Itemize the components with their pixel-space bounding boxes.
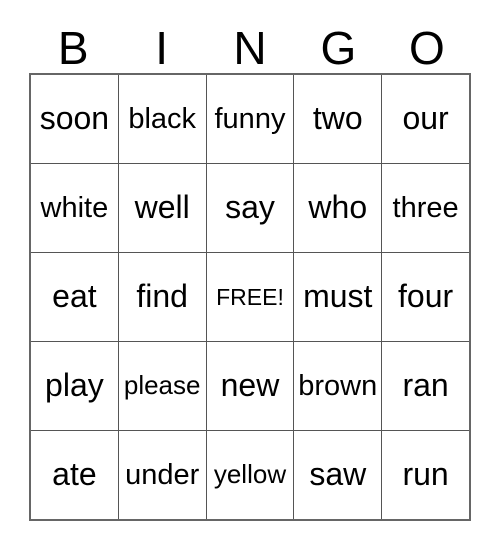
- bingo-cell-free[interactable]: FREE!: [205, 252, 295, 342]
- bingo-cell[interactable]: run: [381, 430, 471, 521]
- bingo-cell[interactable]: please: [117, 341, 207, 431]
- bingo-cell-label: brown: [298, 369, 378, 402]
- bingo-cell-label: who: [308, 189, 368, 226]
- bingo-cell-label: black: [128, 102, 197, 135]
- bingo-row: white well say who three: [29, 163, 471, 253]
- bingo-grid: soon black funny two our white well say …: [29, 73, 471, 521]
- bingo-cell-label: ran: [402, 367, 449, 404]
- bingo-cell-label: new: [220, 367, 280, 404]
- bingo-cell-label: three: [392, 191, 459, 224]
- bingo-cell[interactable]: play: [29, 341, 119, 431]
- bingo-cell[interactable]: white: [29, 163, 119, 253]
- bingo-cell-label: well: [134, 189, 190, 226]
- bingo-cell[interactable]: must: [293, 252, 383, 342]
- bingo-cell[interactable]: two: [293, 73, 383, 164]
- bingo-row: play please new brown ran: [29, 341, 471, 431]
- bingo-cell-label: please: [123, 370, 201, 401]
- bingo-row: eat find FREE! must four: [29, 252, 471, 342]
- bingo-cell-label: say: [225, 189, 275, 226]
- bingo-cell-label: eat: [52, 278, 97, 315]
- bingo-cell[interactable]: new: [205, 341, 295, 431]
- bingo-cell[interactable]: who: [293, 163, 383, 253]
- bingo-cell[interactable]: saw: [293, 430, 383, 521]
- bingo-cell-label: white: [40, 191, 109, 224]
- bingo-card: B I N G O soon black funny two our white…: [29, 14, 471, 521]
- bingo-header-letter-n: N: [233, 22, 267, 74]
- bingo-header-letter-o: O: [408, 22, 445, 74]
- bingo-cell-label: saw: [309, 456, 367, 493]
- bingo-cell[interactable]: find: [117, 252, 207, 342]
- bingo-cell[interactable]: four: [381, 252, 471, 342]
- bingo-cell[interactable]: ate: [29, 430, 119, 521]
- bingo-header-letter-b: B: [57, 22, 89, 74]
- bingo-cell-label: two: [312, 100, 363, 137]
- bingo-cell[interactable]: soon: [29, 73, 119, 164]
- bingo-cell[interactable]: funny: [205, 73, 295, 164]
- bingo-cell-label: must: [303, 278, 373, 315]
- bingo-header-letter-g: G: [320, 22, 357, 74]
- bingo-cell[interactable]: eat: [29, 252, 119, 342]
- bingo-cell[interactable]: brown: [293, 341, 383, 431]
- bingo-cell[interactable]: ran: [381, 341, 471, 431]
- bingo-cell-label: funny: [214, 102, 286, 135]
- bingo-cell-label: run: [402, 456, 449, 493]
- bingo-cell[interactable]: say: [205, 163, 295, 253]
- bingo-cell[interactable]: yellow: [205, 430, 295, 521]
- bingo-cell[interactable]: our: [381, 73, 471, 164]
- bingo-cell[interactable]: well: [117, 163, 207, 253]
- bingo-cell-label: four: [398, 278, 454, 315]
- bingo-cell[interactable]: under: [117, 430, 207, 521]
- bingo-cell-label: play: [45, 367, 104, 404]
- bingo-header-row: B I N G O: [29, 14, 471, 73]
- bingo-header-letter-i: I: [155, 22, 168, 74]
- bingo-cell-label: under: [125, 458, 200, 491]
- bingo-cell-label: soon: [39, 100, 110, 137]
- bingo-free-space-label: FREE!: [216, 283, 284, 310]
- bingo-cell[interactable]: three: [381, 163, 471, 253]
- bingo-cell-label: find: [136, 278, 188, 315]
- bingo-cell-label: yellow: [213, 459, 287, 490]
- bingo-cell-label: our: [402, 100, 449, 137]
- bingo-cell-label: ate: [52, 456, 97, 493]
- bingo-cell[interactable]: black: [117, 73, 207, 164]
- bingo-row: ate under yellow saw run: [29, 430, 471, 521]
- bingo-row: soon black funny two our: [29, 73, 471, 164]
